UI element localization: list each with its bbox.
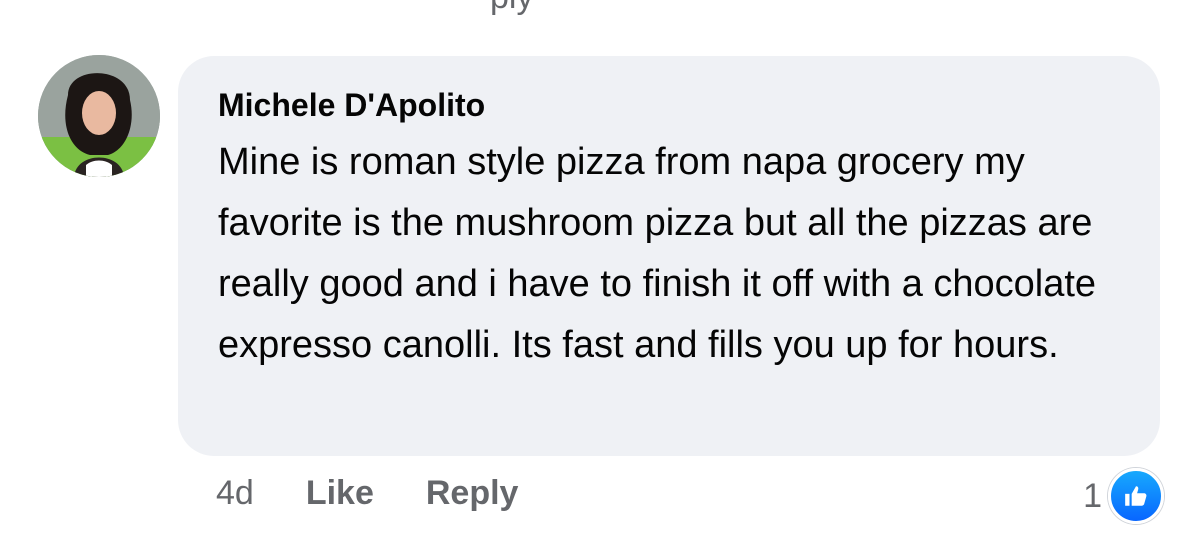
previous-comment-cutoff: ply <box>490 0 533 17</box>
like-button[interactable]: Like <box>306 474 374 513</box>
avatar-photo-icon <box>38 55 160 177</box>
avatar[interactable] <box>38 55 160 177</box>
reaction-count: 1 <box>1083 476 1102 515</box>
comment-text: Mine is roman style pizza from napa groc… <box>218 141 1097 366</box>
reaction-summary[interactable]: 1 <box>1083 468 1164 524</box>
comment-bubble: Michele D'Apolito Mine is roman style pi… <box>178 56 1160 456</box>
comment-author[interactable]: Michele D'Apolito <box>218 86 1130 124</box>
reply-button[interactable]: Reply <box>426 474 519 513</box>
thumbs-up-icon <box>1108 468 1164 524</box>
comment-actions: 4d Like Reply <box>216 474 570 513</box>
comment-timestamp[interactable]: 4d <box>216 474 254 513</box>
